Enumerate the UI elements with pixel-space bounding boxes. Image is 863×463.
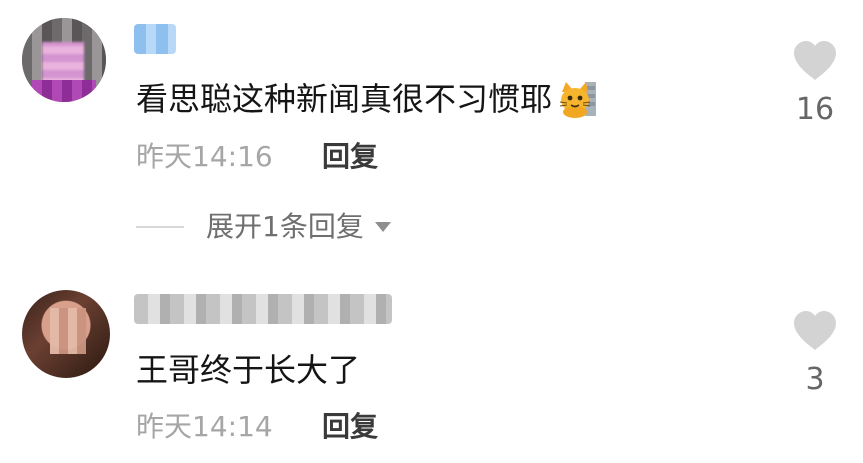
like-control[interactable]: 16 bbox=[789, 40, 841, 128]
comment-item: 看思聪这种新闻真很不习惯耶 昨天14:16 回复 16 展开1条回复 bbox=[0, 0, 863, 270]
comment-item: 王哥终于长大了 昨天14:14 回复 3 bbox=[0, 270, 863, 463]
comment-text: 看思聪这种新闻真很不习惯耶 bbox=[136, 78, 598, 119]
expand-replies-label: 展开1条回复 bbox=[206, 210, 364, 243]
username-blurred[interactable] bbox=[134, 24, 176, 54]
avatar-image bbox=[22, 290, 110, 378]
like-count: 3 bbox=[805, 362, 825, 397]
cat-emoji-icon bbox=[559, 82, 597, 118]
comment-text: 王哥终于长大了 bbox=[136, 351, 361, 389]
expand-replies-button[interactable]: 展开1条回复 bbox=[136, 210, 392, 244]
avatar[interactable] bbox=[22, 18, 106, 102]
comment-text-content: 看思聪这种新闻真很不习惯耶 bbox=[136, 80, 553, 118]
reply-button[interactable]: 回复 bbox=[322, 410, 378, 444]
avatar-image bbox=[22, 18, 106, 102]
like-control[interactable]: 3 bbox=[789, 310, 841, 398]
reply-button[interactable]: 回复 bbox=[322, 140, 378, 174]
comment-time: 昨天14:14 bbox=[136, 410, 273, 443]
heart-icon[interactable] bbox=[792, 310, 838, 352]
heart-icon[interactable] bbox=[792, 40, 838, 82]
caret-down-icon bbox=[374, 222, 391, 232]
username-blurred[interactable] bbox=[134, 294, 392, 324]
comment-time: 昨天14:16 bbox=[136, 140, 273, 173]
divider-line bbox=[136, 226, 184, 228]
avatar[interactable] bbox=[22, 290, 110, 378]
like-count: 16 bbox=[795, 92, 835, 127]
